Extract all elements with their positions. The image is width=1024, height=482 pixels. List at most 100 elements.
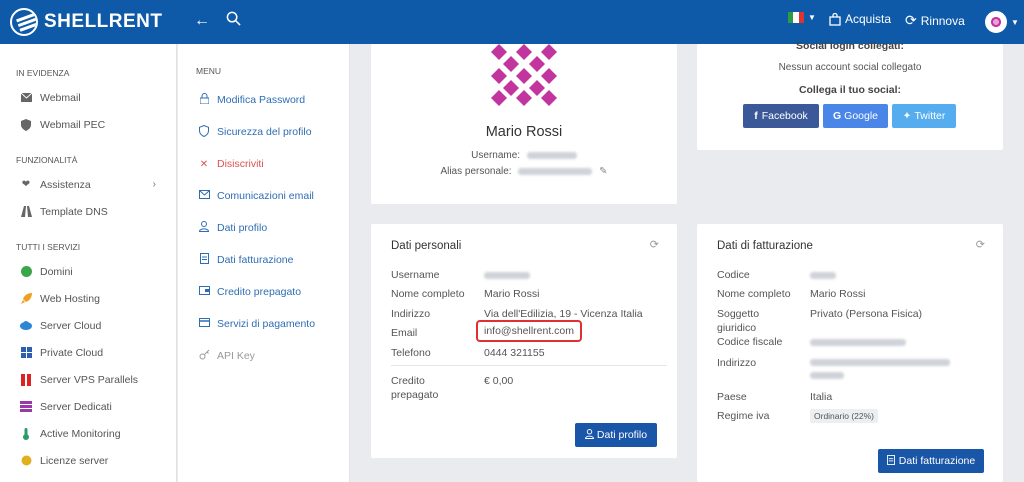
refresh-icon[interactable]: ⟳ [650, 238, 659, 251]
sidebar-item-label: Server Dedicati [40, 400, 112, 413]
menu-item-dati-profilo[interactable]: Dati profilo [178, 212, 349, 244]
sidebar-item-server-cloud[interactable]: Server Cloud [0, 312, 176, 339]
sidebar-item-label: Webmail PEC [40, 118, 106, 131]
section-title: IN EVIDENZA [16, 68, 70, 78]
sidebar-item-label: Webmail [40, 91, 81, 104]
dati-fatturazione-label: Dati fatturazione [898, 455, 976, 467]
username-label: Username: [471, 150, 521, 161]
sidebar-item-label: Server VPS Parallels [40, 373, 139, 386]
sidebar-item-label: Template DNS [40, 205, 108, 218]
username-label: Username [391, 269, 440, 281]
personal-address-row: Indirizzo Via dell'Edilizia, 19 - Vicenz… [391, 307, 643, 321]
fullname-label: Nome completo [391, 288, 465, 300]
sidebar-item-web-hosting[interactable]: Web Hosting [0, 285, 176, 312]
twitter-label: Twitter [914, 110, 946, 122]
menu-item-disiscriviti[interactable]: ✕ Disiscriviti [178, 148, 349, 180]
social-none-text: Nessun account social collegato [778, 62, 922, 73]
menu-item-dati-fatturazione[interactable]: Dati fatturazione [178, 244, 349, 276]
address-label: Indirizzo [391, 308, 431, 320]
rinnova-button[interactable]: ⟳ Rinnova [905, 12, 965, 29]
fullname-label: Nome completo [717, 288, 791, 300]
shield-icon [20, 118, 32, 131]
menu-item-label: Servizi di pagamento [217, 318, 316, 330]
billing-vat-row: Regime iva Ordinario (22%) [717, 409, 878, 423]
alias-value [518, 167, 593, 175]
menu-item-api-key[interactable]: API Key [178, 340, 349, 372]
billing-data-card: Dati di fatturazione ⟳ Codice Nome compl… [697, 224, 1003, 482]
language-selector[interactable]: ▼ [788, 12, 816, 23]
sidebar-item-label: Domini [40, 265, 73, 278]
dati-profilo-button[interactable]: Dati profilo [575, 423, 657, 447]
google-button[interactable]: G Google [823, 104, 888, 128]
email-value[interactable]: info@shellrent.com [484, 325, 574, 337]
menu-item-credito-prepagato[interactable]: Credito prepagato [178, 276, 349, 308]
dati-fatturazione-button[interactable]: Dati fatturazione [878, 449, 984, 473]
user-menu[interactable]: ▼ [985, 11, 1019, 33]
menu-item-sicurezza-profilo[interactable]: Sicurezza del profilo [178, 116, 349, 148]
fullname-value: Mario Rossi [810, 288, 866, 300]
vat-badge: Ordinario (22%) [810, 409, 878, 423]
sidebar-item-active-monitoring[interactable]: Active Monitoring [0, 420, 176, 447]
menu-item-label: Credito prepagato [217, 286, 302, 298]
invoice-icon [886, 454, 895, 468]
menu-item-label: Disiscriviti [217, 158, 264, 170]
grid-icon [20, 347, 32, 359]
menu-item-comunicazioni-email[interactable]: Comunicazioni email [178, 180, 349, 212]
refresh-icon[interactable]: ⟳ [976, 238, 985, 251]
acquista-button[interactable]: Acquista [829, 12, 891, 26]
credit-value: € 0,00 [484, 375, 514, 387]
sidebar-item-licenze-server[interactable]: Licenze server [0, 447, 176, 474]
shellrent-logo[interactable]: SHELLRENT [10, 8, 163, 36]
profile-name: Mario Rossi [485, 124, 563, 140]
billing-address-row: Indirizzo [717, 356, 950, 379]
sidebar-item-private-cloud[interactable]: Private Cloud [0, 339, 176, 366]
billing-fullname-row: Nome completo Mario Rossi [717, 287, 865, 301]
shield-icon [198, 124, 210, 140]
facebook-button[interactable]: f Facebook [743, 104, 819, 128]
search-icon[interactable] [226, 11, 241, 31]
divider [391, 365, 667, 366]
social-connect-title: Collega il tuo social: [798, 84, 902, 96]
billing-country-row: Paese Italia [717, 390, 832, 404]
social-card: Social login collegati: Nessun account s… [697, 40, 1003, 150]
back-arrow-icon[interactable]: ← [194, 12, 210, 30]
social-linked-title: Social login collegati: [796, 40, 904, 52]
menu-item-label: Dati profilo [217, 222, 268, 234]
menu-item-label: Comunicazioni email [217, 190, 314, 202]
billing-code-row: Codice [717, 268, 836, 282]
sidebar-item-label: Assistenza [40, 178, 91, 191]
address-value-line2 [810, 372, 844, 379]
phone-label: Telefono [391, 347, 431, 359]
menu-title: MENU [196, 66, 222, 76]
sidebar-item-template-dns[interactable]: Template DNS [0, 198, 176, 225]
billing-subject-row: Soggetto giuridico Privato (Persona Fisi… [717, 307, 922, 335]
address-label: Indirizzo [717, 357, 757, 369]
invoice-icon [198, 253, 210, 267]
sidebar-item-domini[interactable]: Domini [0, 258, 176, 285]
sidebar-item-webmail-pec[interactable]: Webmail PEC [0, 111, 176, 138]
menu-item-servizi-pagamento[interactable]: Servizi di pagamento [178, 308, 349, 340]
sidebar-item-assistenza[interactable]: ❤ Assistenza › [0, 171, 176, 198]
sidebar-item-server-dedicati[interactable]: Server Dedicati [0, 393, 176, 420]
sidebar-item-server-vps-parallels[interactable]: Server VPS Parallels [0, 366, 176, 393]
key-icon [198, 349, 210, 363]
username-value [484, 271, 530, 279]
menu-item-label: API Key [217, 350, 255, 362]
tax-value [810, 338, 906, 346]
lock-icon [198, 93, 210, 107]
sidebar-item-webmail[interactable]: Webmail [0, 84, 176, 111]
phone-value: 0444 321155 [484, 347, 545, 359]
code-label: Codice [717, 269, 750, 281]
personal-email-row: Email [391, 326, 484, 340]
username-value [526, 151, 577, 159]
email-label: Email [391, 327, 418, 339]
personal-username-row: Username [391, 268, 530, 282]
main-sidebar: IN EVIDENZA Webmail Webmail PEC FUNZIONA… [0, 44, 177, 482]
menu-item-label: Sicurezza del profilo [217, 126, 312, 138]
edit-pencil-icon[interactable]: ✎ [599, 166, 607, 177]
user-icon [584, 428, 594, 442]
globe-icon [20, 266, 32, 278]
twitter-icon: ✦ [902, 110, 912, 122]
menu-item-modifica-password[interactable]: Modifica Password [178, 84, 349, 116]
twitter-button[interactable]: ✦ Twitter [892, 104, 956, 128]
